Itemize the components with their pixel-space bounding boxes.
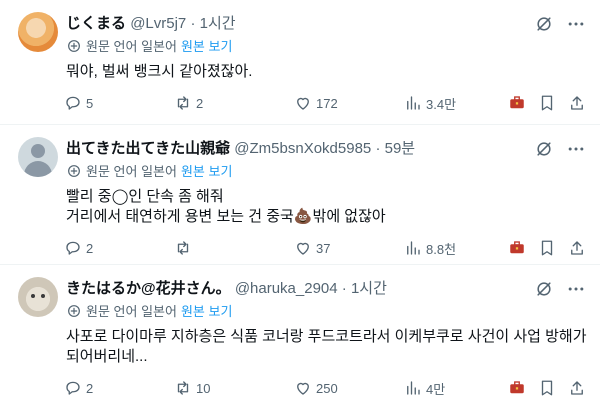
timestamp[interactable]: · 1시간 (190, 15, 235, 32)
more-icon[interactable] (566, 14, 586, 34)
avatar[interactable] (18, 277, 58, 317)
share-icon (571, 241, 583, 255)
display-name[interactable]: きたはるか@花井さん。 (66, 280, 231, 297)
heart-icon (297, 242, 309, 255)
view-count: 8.8천 (426, 241, 457, 257)
tweet-text-line: 빨리 중◯인 단속 좀 해줘 (66, 188, 224, 205)
like-count: 37 (316, 240, 331, 256)
share-button[interactable] (568, 377, 590, 399)
show-original-link[interactable]: 원본 보기 (181, 164, 232, 179)
reply-count: 2 (86, 240, 94, 256)
display-name[interactable]: じくまる (66, 15, 126, 32)
retweet-button[interactable]: 10 (174, 377, 210, 399)
like-count: 172 (316, 95, 338, 111)
show-original-link[interactable]: 원본 보기 (181, 39, 232, 54)
translation-bar: 원문 언어 일본어 원본 보기 (66, 38, 232, 56)
reply-button[interactable]: 5 (64, 92, 93, 114)
bookmark-icon (541, 95, 553, 111)
avatar[interactable] (18, 12, 58, 52)
tweet-text-line: 뭐야, 벌써 뱅크시 같아졌잖아. (66, 63, 253, 80)
reply-icon (66, 381, 80, 395)
tweet[interactable]: 出てきた出てきた山親爺 @Zm5bsnXokd5985 · 59분 원문 언어 … (0, 125, 600, 265)
grok-icon[interactable] (534, 279, 554, 299)
handle[interactable]: @Zm5bsnXokd5985 (234, 140, 371, 157)
bookmark-icon (541, 380, 553, 396)
retweet-icon (177, 96, 189, 110)
reply-icon (66, 241, 80, 255)
translation-label: 원문 언어 일본어 (86, 39, 177, 54)
tweet-text-line: 되어버리네... (66, 348, 148, 365)
view-count: 4만 (426, 381, 446, 397)
like-button[interactable]: 37 (294, 237, 330, 259)
translate-icon (68, 305, 80, 317)
retweet-button[interactable]: 2 (174, 92, 203, 114)
views-button[interactable]: 3.4만 (404, 92, 456, 114)
handle[interactable]: @haruka_2904 (235, 280, 338, 297)
toolbox-button[interactable] (508, 377, 530, 399)
timestamp[interactable]: · 59분 (375, 140, 415, 157)
retweet-count: 10 (196, 380, 211, 396)
share-button[interactable] (568, 237, 590, 259)
views-icon (407, 381, 420, 395)
grok-icon[interactable] (534, 14, 554, 34)
like-button[interactable]: 250 (294, 377, 338, 399)
translation-label: 원문 언어 일본어 (86, 164, 177, 179)
heart-icon (297, 97, 309, 110)
share-icon (571, 96, 583, 110)
toolbox-button[interactable] (508, 237, 530, 259)
toolbox-icon (510, 96, 524, 109)
view-count: 3.4만 (426, 96, 457, 112)
tweet-text-line: 사포로 다이마루 지하층은 식품 코너랑 푸드코트라서 이케부쿠로 사건이 사업… (66, 328, 587, 345)
retweet-button[interactable] (174, 237, 196, 259)
bookmark-button[interactable] (538, 92, 560, 114)
bookmark-icon (541, 240, 553, 256)
tweet-header: 出てきた出てきた山親爺 @Zm5bsnXokd5985 · 59분 (66, 139, 415, 159)
views-button[interactable]: 8.8천 (404, 237, 456, 259)
reply-count: 5 (86, 95, 94, 111)
retweet-count: 2 (196, 95, 204, 111)
toolbox-icon (510, 241, 524, 254)
reply-button[interactable]: 2 (64, 377, 93, 399)
action-bar: 2 10 250 4만 (60, 377, 590, 399)
share-button[interactable] (568, 92, 590, 114)
translation-bar: 원문 언어 일본어 원본 보기 (66, 163, 232, 181)
like-button[interactable]: 172 (294, 92, 338, 114)
display-name[interactable]: 出てきた出てきた山親爺 (66, 140, 230, 157)
timestamp[interactable]: · 1시간 (342, 280, 387, 297)
share-icon (571, 381, 583, 395)
reply-button[interactable]: 2 (64, 237, 93, 259)
translation-bar: 원문 언어 일본어 원본 보기 (66, 303, 232, 321)
more-icon[interactable] (566, 139, 586, 159)
views-icon (407, 96, 420, 110)
retweet-icon (177, 241, 189, 255)
retweet-icon (177, 381, 189, 395)
tweet-header: きたはるか@花井さん。 @haruka_2904 · 1시간 (66, 279, 387, 299)
tweet-header: じくまる @Lvr5j7 · 1시간 (66, 14, 236, 34)
like-count: 250 (316, 380, 338, 396)
bookmark-button[interactable] (538, 237, 560, 259)
toolbox-icon (510, 381, 524, 394)
handle[interactable]: @Lvr5j7 (130, 15, 186, 32)
toolbox-button[interactable] (508, 92, 530, 114)
reply-icon (66, 96, 80, 110)
grok-icon[interactable] (534, 139, 554, 159)
tweet-text-line: 거리에서 태연하게 용변 보는 건 중국💩밖에 없잖아 (66, 208, 386, 225)
translate-icon (68, 165, 80, 177)
bookmark-button[interactable] (538, 377, 560, 399)
views-button[interactable]: 4만 (404, 377, 445, 399)
heart-icon (297, 382, 309, 395)
action-bar: 2 37 8.8천 (60, 237, 590, 259)
more-icon[interactable] (566, 279, 586, 299)
reply-count: 2 (86, 380, 94, 396)
views-icon (407, 241, 420, 255)
avatar[interactable] (18, 137, 58, 177)
tweet[interactable]: じくまる @Lvr5j7 · 1시간 원문 언어 일본어 원본 보기 뭐야, 벌써… (0, 0, 600, 125)
action-bar: 5 2 172 3.4만 (60, 92, 590, 114)
tweet[interactable]: きたはるか@花井さん。 @haruka_2904 · 1시간 원문 언어 일본어… (0, 265, 600, 413)
translation-label: 원문 언어 일본어 (86, 304, 177, 319)
show-original-link[interactable]: 원본 보기 (181, 304, 232, 319)
translate-icon (68, 40, 80, 52)
